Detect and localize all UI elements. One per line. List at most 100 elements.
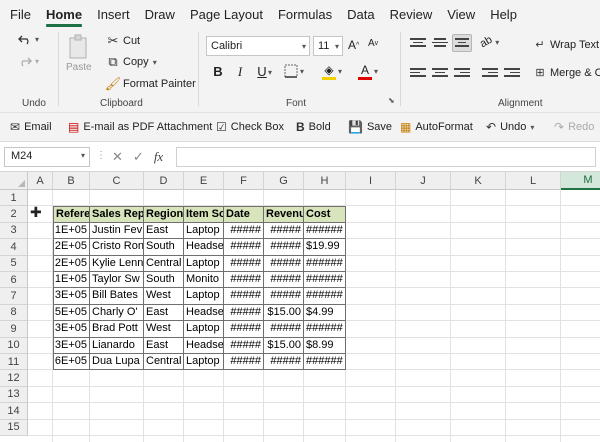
table-cell[interactable]: Monito (184, 272, 224, 289)
align-middle-icon[interactable] (432, 36, 448, 50)
table-cell[interactable]: Laptop (184, 321, 224, 338)
table-cell[interactable]: 3E+05 (53, 321, 90, 338)
table-cell[interactable]: Bill Bates (90, 288, 144, 305)
column-header-c[interactable]: C (90, 172, 144, 190)
increase-font-icon[interactable]: A ^ (348, 38, 359, 52)
table-cell[interactable]: Brad Pott (90, 321, 144, 338)
orientation-icon[interactable]: ab ▾ (478, 34, 499, 51)
table-cell[interactable]: $8.99 (304, 337, 346, 354)
bold-quick-button[interactable]: B Bold (296, 120, 331, 134)
align-center-icon[interactable] (432, 66, 448, 80)
decrease-indent-icon[interactable] (482, 66, 498, 80)
table-cell[interactable]: West (144, 288, 184, 305)
column-header-i[interactable]: I (346, 172, 396, 190)
table-cell[interactable]: Cristo Ron (90, 239, 144, 256)
email-button[interactable]: ✉ Email (10, 120, 52, 134)
table-cell[interactable]: 5E+05 (53, 304, 90, 322)
row-header-9[interactable]: 9 (0, 321, 28, 338)
column-header-l[interactable]: L (506, 172, 561, 190)
table-cell[interactable]: ###### (304, 354, 346, 371)
table-cell[interactable]: ###### (304, 288, 346, 305)
cut-button[interactable]: ✂ Cut (106, 33, 141, 49)
table-cell[interactable]: Laptop (184, 222, 224, 240)
table-header-cell[interactable]: Cost (304, 206, 346, 223)
name-box[interactable]: M24 ▾ (4, 147, 90, 167)
align-left-icon[interactable] (410, 66, 426, 80)
table-cell[interactable]: ##### (224, 354, 264, 371)
table-cell[interactable]: ##### (264, 222, 304, 240)
align-bottom-icon[interactable] (452, 34, 472, 52)
table-cell[interactable]: $19.99 (304, 239, 346, 256)
table-cell[interactable]: Central (144, 255, 184, 272)
row-header-12[interactable]: 12 (0, 370, 28, 387)
paste-button[interactable]: Paste (66, 34, 92, 73)
table-cell[interactable]: ##### (224, 255, 264, 272)
table-cell[interactable]: 2E+05 (53, 255, 90, 272)
row-header-2[interactable]: 2 (0, 206, 28, 223)
menu-draw[interactable]: Draw (145, 7, 175, 22)
table-cell[interactable]: Laptop (184, 255, 224, 272)
table-cell[interactable]: Central (144, 354, 184, 371)
table-cell[interactable]: 1E+05 (53, 222, 90, 240)
cancel-icon[interactable]: ✕ (112, 149, 123, 165)
table-header-cell[interactable]: Refere (53, 206, 90, 223)
table-cell[interactable]: $4.99 (304, 304, 346, 322)
table-cell[interactable]: $15.00 (264, 337, 304, 354)
menu-formulas[interactable]: Formulas (278, 7, 332, 22)
column-header-m[interactable]: M (561, 172, 600, 190)
row-header-3[interactable]: 3 (0, 222, 28, 240)
menu-help[interactable]: Help (490, 7, 517, 22)
table-cell[interactable]: ##### (264, 354, 304, 371)
bold-button[interactable]: B (210, 64, 226, 79)
table-cell[interactable]: Taylor Sw (90, 272, 144, 289)
table-cell[interactable]: ###### (304, 255, 346, 272)
font-name-select[interactable]: Calibri ▾ (206, 36, 310, 56)
table-cell[interactable]: West (144, 321, 184, 338)
column-header-f[interactable]: F (224, 172, 264, 190)
fill-color-icon[interactable]: ◈ ▾ (322, 63, 342, 80)
table-header-cell[interactable]: Sales Rep (90, 206, 144, 223)
redo-quick-button[interactable]: ↷ Redo (554, 120, 594, 134)
table-cell[interactable]: Charly O' (90, 304, 144, 322)
dialog-launcher-icon[interactable]: ⬊ (388, 96, 395, 105)
menu-data[interactable]: Data (347, 7, 374, 22)
merge-center-button[interactable]: ⊞ Merge & C (534, 66, 600, 80)
table-cell[interactable]: ##### (264, 288, 304, 305)
table-header-cell[interactable]: Revenu (264, 206, 304, 223)
select-all-corner[interactable] (0, 172, 28, 190)
menu-home[interactable]: Home (45, 7, 83, 27)
table-cell[interactable]: Dua Lupa (90, 354, 144, 371)
table-header-cell[interactable]: Item So (184, 206, 224, 223)
table-cell[interactable]: East (144, 337, 184, 354)
row-header-4[interactable]: 4 (0, 239, 28, 256)
row-header-13[interactable]: 13 (0, 386, 28, 404)
align-right-icon[interactable] (454, 66, 470, 80)
table-cell[interactable]: Kylie Lenn (90, 255, 144, 272)
table-cell[interactable]: ###### (304, 321, 346, 338)
check-box-button[interactable]: ☑ Check Box (216, 120, 284, 134)
table-cell[interactable]: ##### (264, 255, 304, 272)
menu-review[interactable]: Review (390, 7, 433, 22)
table-cell[interactable]: ###### (304, 272, 346, 289)
row-header-10[interactable]: 10 (0, 337, 28, 354)
table-cell[interactable]: ##### (264, 272, 304, 289)
menu-view[interactable]: View (447, 7, 475, 22)
table-header-cell[interactable]: Region (144, 206, 184, 223)
table-cell[interactable]: Headse (184, 304, 224, 322)
table-cell[interactable]: ##### (264, 239, 304, 256)
row-header-1[interactable]: 1 (0, 190, 28, 207)
table-cell[interactable]: ##### (264, 321, 304, 338)
table-cell[interactable]: ##### (224, 239, 264, 256)
table-cell[interactable]: East (144, 222, 184, 240)
table-cell[interactable]: Lianardo (90, 337, 144, 354)
table-cell[interactable]: Laptop (184, 354, 224, 371)
table-cell[interactable]: $15.00 (264, 304, 304, 322)
column-header-j[interactable]: J (396, 172, 451, 190)
table-cell[interactable]: East (144, 304, 184, 322)
borders-icon[interactable]: ▾ (284, 64, 304, 78)
table-cell[interactable]: South (144, 272, 184, 289)
row-header-11[interactable]: 11 (0, 354, 28, 371)
row-header-7[interactable]: 7 (0, 288, 28, 305)
save-button[interactable]: 💾 Save (348, 120, 392, 134)
chevron-down-icon[interactable]: ▾ (268, 68, 272, 77)
